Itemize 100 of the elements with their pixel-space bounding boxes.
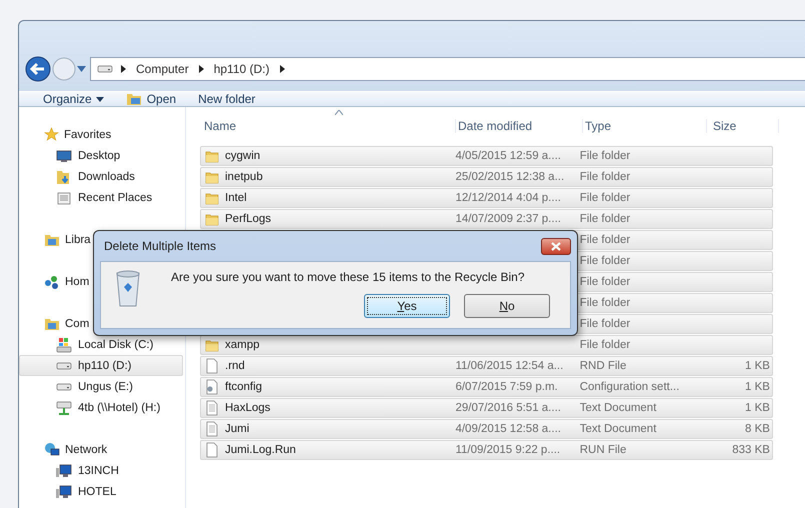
chevron-icon[interactable]	[198, 65, 204, 73]
file-row[interactable]: xampp File folder	[200, 335, 773, 355]
folder-icon	[205, 191, 219, 205]
type-cell: File folder	[580, 192, 630, 204]
nav-item[interactable]: Desktop	[19, 145, 183, 166]
date-cell: 6/07/2015 7:59 p.m.	[455, 381, 558, 393]
config-file-icon	[205, 379, 219, 395]
file-name: inetpub	[225, 171, 263, 183]
date-cell: 11/09/2015 9:22 p....	[455, 444, 560, 456]
file-name: PerfLogs	[225, 213, 272, 225]
type-cell: Text Document	[580, 423, 656, 435]
nav-item[interactable]: HOTEL	[19, 481, 183, 502]
star-icon	[44, 127, 59, 142]
file-name: ftconfig	[225, 381, 262, 393]
date-cell: 11/06/2015 12:54 a...	[455, 360, 564, 372]
date-cell: 4/09/2015 12:58 a....	[455, 423, 561, 435]
library-folder-icon	[44, 316, 60, 330]
type-cell: Text Document	[580, 402, 656, 414]
folder-icon	[205, 212, 219, 226]
file-row[interactable]: Intel 12/12/2014 4:04 p.... File folder	[200, 188, 773, 208]
open-folder-icon	[126, 92, 143, 106]
type-cell: File folder	[580, 171, 630, 183]
dialog-button[interactable]: No	[464, 294, 550, 318]
toolbar-button[interactable]: New folder	[198, 92, 256, 106]
nav-group[interactable]: Com	[65, 318, 90, 330]
nav-item[interactable]: Ungus (E:)	[19, 376, 183, 397]
size-cell: 1 KB	[745, 360, 770, 372]
nav-group[interactable]: Favorites	[64, 128, 112, 140]
nav-group[interactable]: Libra	[65, 234, 91, 246]
file-row[interactable]: inetpub 25/02/2015 12:38 a... File folder	[200, 167, 773, 187]
drive-icon	[97, 64, 113, 74]
toolbar-button[interactable]: Organize	[43, 92, 104, 106]
file-name: HaxLogs	[225, 402, 270, 414]
file-row[interactable]: ftconfig 6/07/2015 7:59 p.m. Configuration sett... 1 KB	[200, 377, 773, 397]
file-row[interactable]: HaxLogs 29/07/2016 5:51 a.... Text Document 1 KB	[200, 398, 773, 418]
dialog-message: Are you sure you want to move these 15 items to the Recycle Bin?	[171, 270, 526, 284]
dialog-button[interactable]: Yes	[364, 294, 450, 318]
file-row[interactable]: PerfLogs 14/07/2009 2:37 p.... File folder	[200, 209, 773, 229]
monitor-icon	[56, 148, 72, 162]
drive-icon	[56, 360, 72, 370]
nav-item[interactable]: 4tb (\\Hotel) (H:)	[19, 397, 183, 418]
nav-item[interactable]: hp110 (D:)	[19, 355, 183, 376]
column-header[interactable]: Type	[583, 119, 707, 133]
file-name: xampp	[225, 339, 260, 351]
file-icon	[205, 358, 219, 374]
type-cell: File folder	[580, 255, 630, 267]
type-cell: File folder	[580, 150, 630, 162]
file-icon	[205, 442, 219, 458]
type-cell: File folder	[580, 234, 630, 246]
close-button[interactable]	[541, 238, 571, 254]
date-cell: 4/05/2015 12:59 a....	[455, 150, 561, 162]
nav-item[interactable]: Downloads	[19, 166, 183, 187]
date-cell: 12/12/2014 4:04 p....	[455, 192, 561, 204]
nav-item[interactable]: Recent Places	[19, 187, 183, 208]
breadcrumb[interactable]: hp110 (D:)	[212, 62, 272, 76]
type-cell: Configuration sett...	[580, 381, 680, 393]
chevron-icon[interactable]	[121, 65, 126, 73]
type-cell: RUN File	[580, 444, 626, 456]
globe-network-icon	[44, 442, 60, 458]
recent-places-icon	[56, 190, 72, 206]
file-name: Jumi.Log.Run	[225, 444, 296, 456]
nav-group[interactable]: Network	[65, 444, 108, 456]
dropdown-icon[interactable]	[77, 66, 86, 72]
file-row[interactable]: .rnd 11/06/2015 12:54 a... RND File 1 KB	[200, 356, 773, 376]
people-icon	[44, 274, 60, 290]
address-bar[interactable]: Computer hp110 (D:)	[90, 57, 805, 81]
type-cell: RND File	[580, 360, 626, 372]
file-name: cygwin	[225, 150, 260, 162]
text-file-icon	[205, 421, 219, 437]
nav-item[interactable]: Local Disk (C:)	[19, 334, 183, 355]
column-header[interactable]: Size	[707, 119, 779, 133]
toolbar-button[interactable]: Open	[126, 92, 176, 106]
sort-icon	[335, 110, 343, 115]
folder-icon	[205, 338, 219, 352]
file-name: Intel	[225, 192, 247, 204]
size-cell: 1 KB	[745, 381, 770, 393]
folder-icon	[205, 149, 219, 163]
column-header[interactable]: Name	[200, 119, 456, 133]
nav-item[interactable]: 13INCH	[19, 460, 183, 481]
size-cell: 8 KB	[745, 423, 770, 435]
file-row[interactable]: cygwin 4/05/2015 12:59 a.... File folder	[200, 146, 773, 166]
type-cell: File folder	[580, 318, 630, 330]
file-row[interactable]: Jumi 4/09/2015 12:58 a.... Text Document 8 KB	[200, 419, 773, 439]
date-cell: 14/07/2009 2:37 p....	[455, 213, 561, 225]
close-icon	[551, 242, 561, 250]
back-icon[interactable]	[25, 56, 51, 82]
breadcrumb[interactable]: Computer	[134, 62, 191, 76]
nav-group[interactable]: Hom	[65, 276, 90, 288]
computer-icon	[56, 464, 72, 478]
library-folder-icon	[44, 232, 60, 246]
file-name: .rnd	[225, 360, 245, 372]
file-name: Jumi	[225, 423, 250, 435]
chevron-icon[interactable]	[280, 65, 284, 73]
system-drive-icon	[56, 336, 72, 352]
drive-icon	[56, 382, 72, 392]
caret-icon	[96, 96, 104, 102]
type-cell: File folder	[580, 213, 630, 225]
column-header[interactable]: Date modified	[456, 119, 583, 133]
computer-icon	[56, 484, 72, 498]
file-row[interactable]: Jumi.Log.Run 11/09/2015 9:22 p.... RUN File 833 KB	[200, 440, 773, 460]
